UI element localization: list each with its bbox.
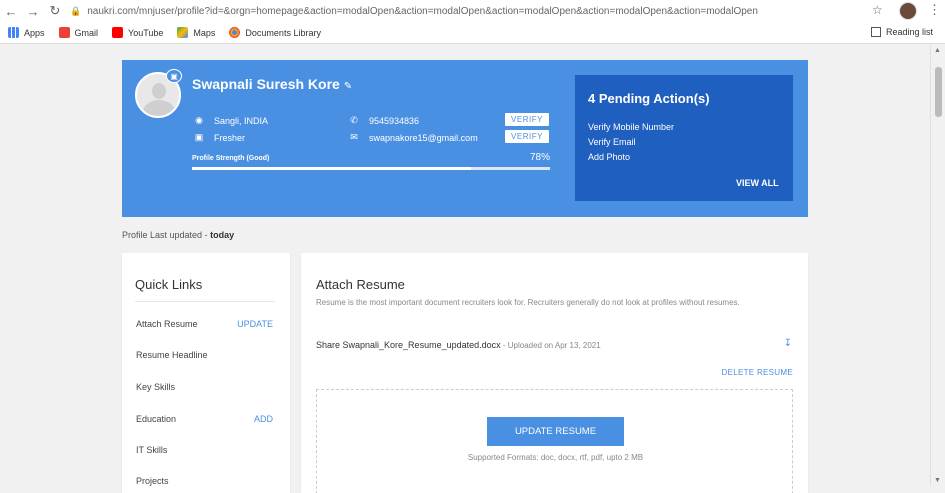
divider	[135, 301, 275, 302]
pencil-icon[interactable]: ✎	[344, 81, 352, 92]
location-pin-icon: ◉	[195, 115, 203, 125]
profile-strength-label: Profile Strength (Good)	[192, 155, 270, 162]
quick-link-education[interactable]: Education	[136, 414, 176, 424]
bookmarks-bar: Apps Gmail YouTube Maps Documents Librar…	[0, 22, 945, 44]
phone-row: ✆ 9545934836	[347, 115, 419, 126]
experience-row: ▣ Fresher	[192, 132, 245, 143]
email-row: ✉ swapnakore15@gmail.com	[347, 132, 478, 143]
add-education-link[interactable]: ADD	[254, 414, 273, 424]
briefcase-icon: ▣	[194, 132, 204, 142]
avatar-placeholder-head	[152, 83, 166, 99]
experience-text: Fresher	[214, 132, 246, 143]
quick-link-projects[interactable]: Projects	[136, 476, 169, 486]
location-text: Sangli, INDIA	[214, 115, 269, 126]
maps-icon	[177, 27, 189, 38]
update-resume-button[interactable]: UPDATE RESUME	[487, 417, 624, 446]
attach-resume-card: Attach Resume Resume is the most importa…	[301, 253, 808, 493]
quick-link-resume-headline[interactable]: Resume Headline	[136, 350, 208, 360]
star-icon[interactable]: ☆	[872, 3, 883, 17]
phone-icon: ✆	[350, 115, 358, 125]
mail-icon: ✉	[350, 132, 358, 142]
quick-links-title: Quick Links	[135, 277, 203, 292]
pending-item[interactable]: Verify Mobile Number	[588, 122, 674, 132]
lock-icon: 🔒	[70, 5, 82, 16]
profile-strength-percent: 78%	[530, 152, 551, 163]
forward-icon[interactable]: →	[22, 0, 44, 22]
attach-resume-description: Resume is the most important document re…	[316, 298, 740, 307]
url-text: naukri.com/mnjuser/profile?id=&orgn=home…	[87, 5, 758, 17]
resume-file-name: Share Swapnali_Kore_Resume_updated.docx	[316, 340, 501, 350]
page-scrollbar[interactable]: ▲ ▼	[930, 45, 945, 486]
bookmark-label: YouTube	[128, 27, 164, 38]
quick-links-card: Quick Links Attach Resume UPDATE Resume …	[122, 253, 290, 493]
verify-email-button[interactable]: VERIFY	[505, 130, 549, 143]
youtube-icon	[112, 27, 124, 38]
pending-item[interactable]: Verify Email	[588, 137, 636, 147]
attach-resume-title: Attach Resume	[316, 277, 405, 292]
profile-header: ▣ Swapnali Suresh Kore ✎ ◉ Sangli, INDIA …	[122, 60, 808, 217]
view-all-link[interactable]: VIEW ALL	[736, 178, 779, 188]
pending-item[interactable]: Add Photo	[588, 152, 630, 162]
avatar-placeholder-body	[143, 100, 175, 116]
scroll-thumb[interactable]	[935, 67, 942, 117]
bookmark-maps[interactable]: Maps	[177, 27, 215, 38]
browser-profile-avatar[interactable]	[899, 2, 917, 20]
scroll-down-arrow-icon[interactable]: ▼	[934, 477, 941, 484]
more-icon[interactable]: ⋮	[928, 2, 941, 18]
update-resume-link[interactable]: UPDATE	[237, 319, 273, 329]
scroll-up-arrow-icon[interactable]: ▲	[934, 47, 941, 54]
bookmark-label: Apps	[24, 27, 45, 38]
bookmark-gmail[interactable]: Gmail	[58, 27, 99, 38]
resume-dropzone[interactable]: UPDATE RESUME Supported Formats: doc, do…	[316, 389, 793, 493]
email-text: swapnakore15@gmail.com	[369, 132, 478, 143]
delete-resume-link[interactable]: DELETE RESUME	[722, 368, 793, 377]
quick-link-key-skills[interactable]: Key Skills	[136, 382, 175, 392]
reading-list-icon	[870, 27, 881, 37]
profile-name: Swapnali Suresh Kore ✎	[192, 76, 352, 92]
supported-formats: Supported Formats: doc, docx, rtf, pdf, …	[467, 453, 644, 462]
pending-actions-title: 4 Pending Action(s)	[588, 91, 710, 106]
resume-upload-date: - Uploaded on Apr 13, 2021	[500, 341, 601, 350]
bookmark-label: Documents Library	[245, 27, 321, 38]
reading-list[interactable]: Reading list	[870, 27, 933, 37]
bookmark-documents[interactable]: Documents Library	[229, 27, 321, 38]
apps-grid-icon	[8, 27, 19, 38]
location-row: ◉ Sangli, INDIA	[192, 115, 268, 126]
camera-icon[interactable]: ▣	[166, 69, 182, 83]
page-content: ▣ Swapnali Suresh Kore ✎ ◉ Sangli, INDIA …	[0, 45, 930, 493]
browser-toolbar: ← → ↻ 🔒 naukri.com/mnjuser/profile?id=&o…	[0, 0, 945, 22]
profile-strength-bar	[192, 167, 550, 170]
bookmark-apps[interactable]: Apps	[8, 27, 45, 38]
gmail-icon	[58, 27, 70, 38]
reload-icon[interactable]: ↻	[44, 0, 66, 22]
quick-link-it-skills[interactable]: IT Skills	[136, 445, 167, 455]
download-icon[interactable]: ↧	[784, 338, 792, 349]
phone-text: 9545934836	[369, 115, 420, 126]
last-updated: Profile Last updated - today	[122, 230, 234, 240]
last-updated-prefix: Profile Last updated -	[122, 230, 208, 240]
profile-name-text: Swapnali Suresh Kore	[192, 76, 340, 92]
resume-file-row: Share Swapnali_Kore_Resume_updated.docx …	[316, 340, 601, 350]
back-icon[interactable]: ←	[0, 0, 22, 22]
quick-link-attach-resume[interactable]: Attach Resume	[136, 319, 198, 329]
verify-phone-button[interactable]: VERIFY	[505, 113, 549, 126]
bookmark-label: Gmail	[74, 27, 99, 38]
chrome-icon	[229, 27, 241, 38]
address-bar[interactable]: 🔒 naukri.com/mnjuser/profile?id=&orgn=ho…	[70, 2, 890, 20]
pending-actions-panel: 4 Pending Action(s) Verify Mobile Number…	[575, 75, 793, 201]
bookmark-youtube[interactable]: YouTube	[112, 27, 163, 38]
reading-list-label: Reading list	[885, 27, 933, 37]
last-updated-value: today	[210, 230, 235, 240]
profile-strength-fill	[192, 167, 472, 170]
bookmark-label: Maps	[193, 27, 216, 38]
